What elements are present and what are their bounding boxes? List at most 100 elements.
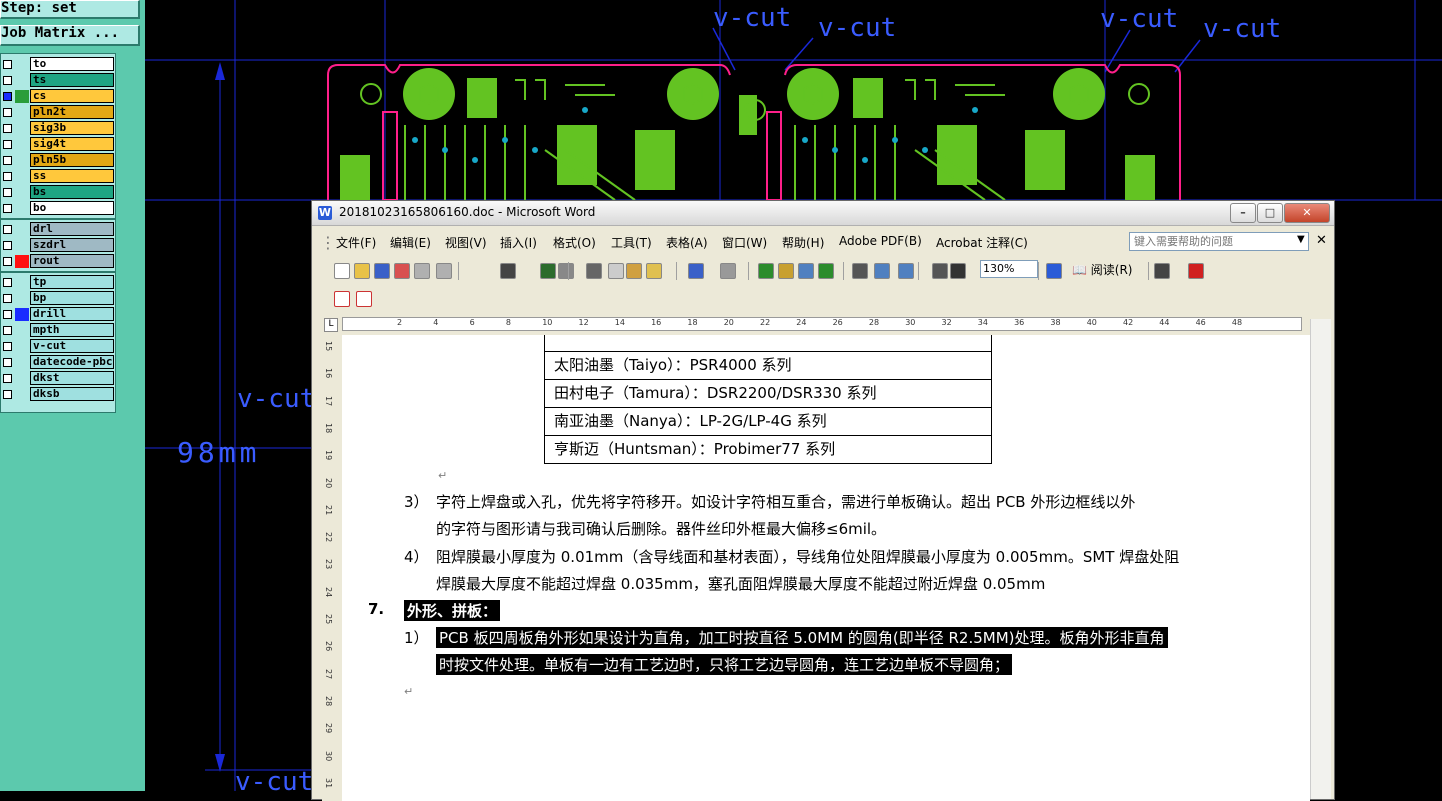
- tab-stop-selector[interactable]: L: [324, 318, 338, 332]
- layer-row-bp[interactable]: bp: [1, 291, 115, 306]
- menu-item[interactable]: 编辑(E): [390, 234, 431, 251]
- layer-name[interactable]: bp: [30, 291, 114, 305]
- print-preview-icon[interactable]: [436, 263, 452, 279]
- insert-excel-icon[interactable]: [818, 263, 834, 279]
- menu-item[interactable]: 插入(I): [500, 234, 537, 251]
- layer-checkbox[interactable]: [3, 257, 12, 266]
- open-icon[interactable]: [354, 263, 370, 279]
- layer-checkbox[interactable]: [3, 278, 12, 287]
- layer-name[interactable]: bo: [30, 201, 114, 215]
- layer-name[interactable]: pln5b: [30, 153, 114, 167]
- layer-row-cs[interactable]: cs: [1, 89, 115, 104]
- close-document-icon[interactable]: ✕: [1316, 233, 1327, 248]
- redo-icon[interactable]: [720, 263, 736, 279]
- font-color-icon[interactable]: [1188, 263, 1204, 279]
- step-button[interactable]: Step: set: [0, 0, 140, 19]
- layer-row-dkst[interactable]: dkst: [1, 371, 115, 386]
- format-painter-icon[interactable]: [646, 263, 662, 279]
- layer-name[interactable]: szdrl: [30, 238, 114, 252]
- layer-row-dksb[interactable]: dksb: [1, 387, 115, 402]
- drawing-icon[interactable]: [874, 263, 890, 279]
- layer-name[interactable]: cs: [30, 89, 114, 103]
- layer-checkbox[interactable]: [3, 76, 12, 85]
- menu-item[interactable]: Adobe PDF(B): [839, 234, 922, 248]
- layer-name[interactable]: sig3b: [30, 121, 114, 135]
- vertical-scrollbar[interactable]: [1310, 319, 1331, 799]
- menu-item[interactable]: 文件(F): [336, 234, 376, 251]
- layer-name[interactable]: sig4t: [30, 137, 114, 151]
- outline-icon[interactable]: [1154, 263, 1170, 279]
- hyperlink-icon[interactable]: [758, 263, 774, 279]
- layer-row-bo[interactable]: bo: [1, 201, 115, 216]
- layer-row-ss[interactable]: ss: [1, 169, 115, 184]
- layer-checkbox[interactable]: [3, 172, 12, 181]
- menu-item[interactable]: 窗口(W): [722, 234, 767, 251]
- layer-checkbox[interactable]: [3, 60, 12, 69]
- layer-checkbox[interactable]: [3, 342, 12, 351]
- menu-item[interactable]: 格式(O): [553, 234, 596, 251]
- close-button[interactable]: ✕: [1284, 203, 1330, 223]
- minimize-button[interactable]: –: [1230, 203, 1256, 223]
- layer-name[interactable]: datecode-pbc: [30, 355, 114, 369]
- paragraph-mark-icon[interactable]: [950, 263, 966, 279]
- layer-row-to[interactable]: to: [1, 57, 115, 72]
- columns-icon[interactable]: [852, 263, 868, 279]
- copy-icon[interactable]: [608, 263, 624, 279]
- layer-row-ts[interactable]: ts: [1, 73, 115, 88]
- layer-row-sig3b[interactable]: sig3b: [1, 121, 115, 136]
- layer-name[interactable]: dkst: [30, 371, 114, 385]
- layer-row-tp[interactable]: tp: [1, 275, 115, 290]
- layer-name[interactable]: ts: [30, 73, 114, 87]
- help-search-input[interactable]: [1129, 232, 1309, 251]
- vertical-ruler[interactable]: 15 16 17 18 19 20 21 22 23 24 25 26 27 28 29 30 31: [322, 337, 343, 801]
- layer-checkbox[interactable]: [3, 204, 12, 213]
- pdf-convert-icon[interactable]: [334, 291, 350, 307]
- traditional-chinese-icon[interactable]: [500, 263, 516, 279]
- new-document-icon[interactable]: [334, 263, 350, 279]
- layer-checkbox[interactable]: [3, 140, 12, 149]
- layer-checkbox[interactable]: [3, 92, 12, 101]
- layer-checkbox[interactable]: [3, 124, 12, 133]
- layer-checkbox[interactable]: [3, 390, 12, 399]
- zoom-select[interactable]: 130%: [980, 260, 1038, 278]
- document-area[interactable]: 太阳油墨（Taiyo）：PSR4000 系列 田村电子（Tamura）：DSR2…: [342, 335, 1310, 801]
- save-icon[interactable]: [374, 263, 390, 279]
- document-map-icon[interactable]: [898, 263, 914, 279]
- research-icon[interactable]: [558, 263, 574, 279]
- layer-checkbox[interactable]: [3, 294, 12, 303]
- layer-checkbox[interactable]: [3, 310, 12, 319]
- layer-row-pln2t[interactable]: pln2t: [1, 105, 115, 120]
- layer-row-datecode-pbc[interactable]: datecode-pbc: [1, 355, 115, 370]
- layer-checkbox[interactable]: [3, 374, 12, 383]
- layer-checkbox[interactable]: [3, 358, 12, 367]
- layer-checkbox[interactable]: [3, 108, 12, 117]
- spelling-icon[interactable]: [540, 263, 556, 279]
- title-bar[interactable]: W 20181023165806160.doc - Microsoft Word…: [312, 201, 1334, 226]
- cut-icon[interactable]: [586, 263, 602, 279]
- layer-row-bs[interactable]: bs: [1, 185, 115, 200]
- undo-icon[interactable]: [688, 263, 704, 279]
- layer-name[interactable]: to: [30, 57, 114, 71]
- print-icon[interactable]: [414, 263, 430, 279]
- help-dropdown-icon[interactable]: ▼: [1297, 234, 1305, 245]
- layer-row-v-cut[interactable]: v-cut: [1, 339, 115, 354]
- layer-checkbox[interactable]: [3, 188, 12, 197]
- layer-name[interactable]: mpth: [30, 323, 114, 337]
- layer-row-szdrl[interactable]: szdrl: [1, 238, 115, 253]
- layer-checkbox[interactable]: [3, 156, 12, 165]
- paste-icon[interactable]: [626, 263, 642, 279]
- layer-name[interactable]: bs: [30, 185, 114, 199]
- layer-checkbox[interactable]: [3, 326, 12, 335]
- help-icon[interactable]: [1046, 263, 1062, 279]
- menu-item[interactable]: 视图(V): [445, 234, 487, 251]
- menu-item[interactable]: 帮助(H): [782, 234, 824, 251]
- insert-table-icon[interactable]: [798, 263, 814, 279]
- job-matrix-button[interactable]: Job Matrix ...: [0, 25, 140, 46]
- layer-row-drl[interactable]: drl: [1, 222, 115, 237]
- layer-checkbox[interactable]: [3, 225, 12, 234]
- layer-row-sig4t[interactable]: sig4t: [1, 137, 115, 152]
- menu-item[interactable]: 工具(T): [611, 234, 652, 251]
- show-formatting-icon[interactable]: [932, 263, 948, 279]
- layer-row-mpth[interactable]: mpth: [1, 323, 115, 338]
- layer-row-drill[interactable]: drill: [1, 307, 115, 322]
